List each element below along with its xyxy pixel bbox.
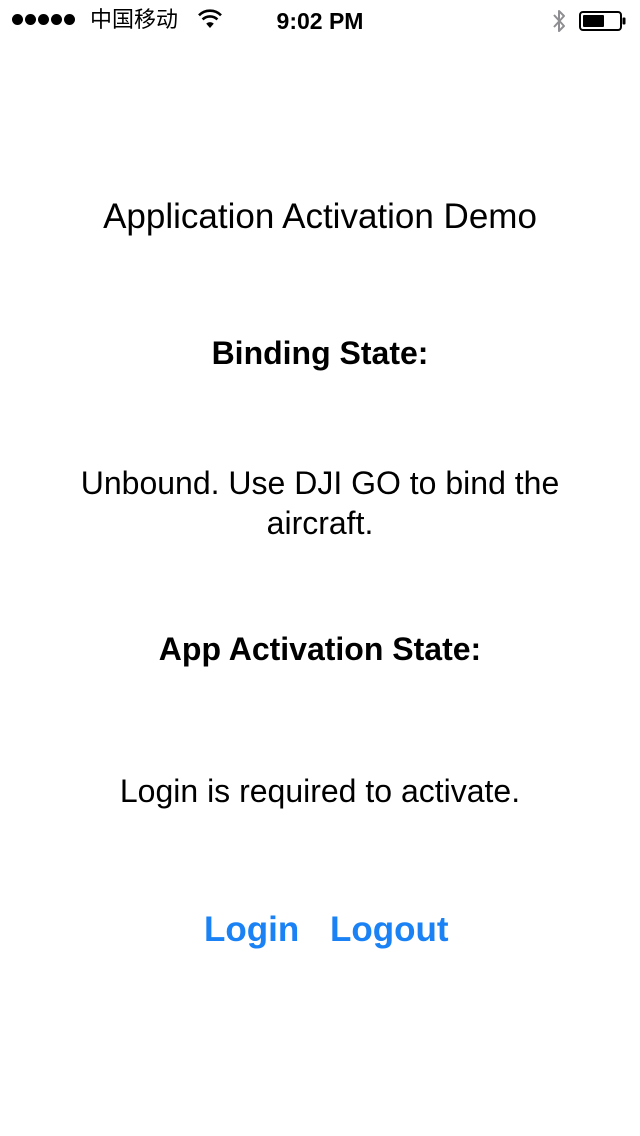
- bluetooth-icon: [553, 10, 565, 32]
- activation-state-value: Login is required to activate.: [119, 773, 521, 809]
- battery-level-fill: [583, 15, 604, 27]
- status-bar: 中国移动 9:02 PM: [0, 0, 640, 40]
- logout-button[interactable]: Logout: [330, 908, 449, 952]
- action-buttons: Login Logout: [0, 908, 640, 954]
- binding-state-heading: Binding State:: [211, 335, 429, 371]
- status-time: 9:02 PM: [276, 8, 364, 34]
- activation-state-heading: App Activation State:: [158, 631, 482, 667]
- battery-icon: [579, 11, 626, 31]
- binding-state-value: Unbound. Use DJI GO to bind the aircraft…: [80, 465, 560, 541]
- page-title: Application Activation Demo: [103, 197, 537, 236]
- login-button[interactable]: Login: [204, 908, 299, 952]
